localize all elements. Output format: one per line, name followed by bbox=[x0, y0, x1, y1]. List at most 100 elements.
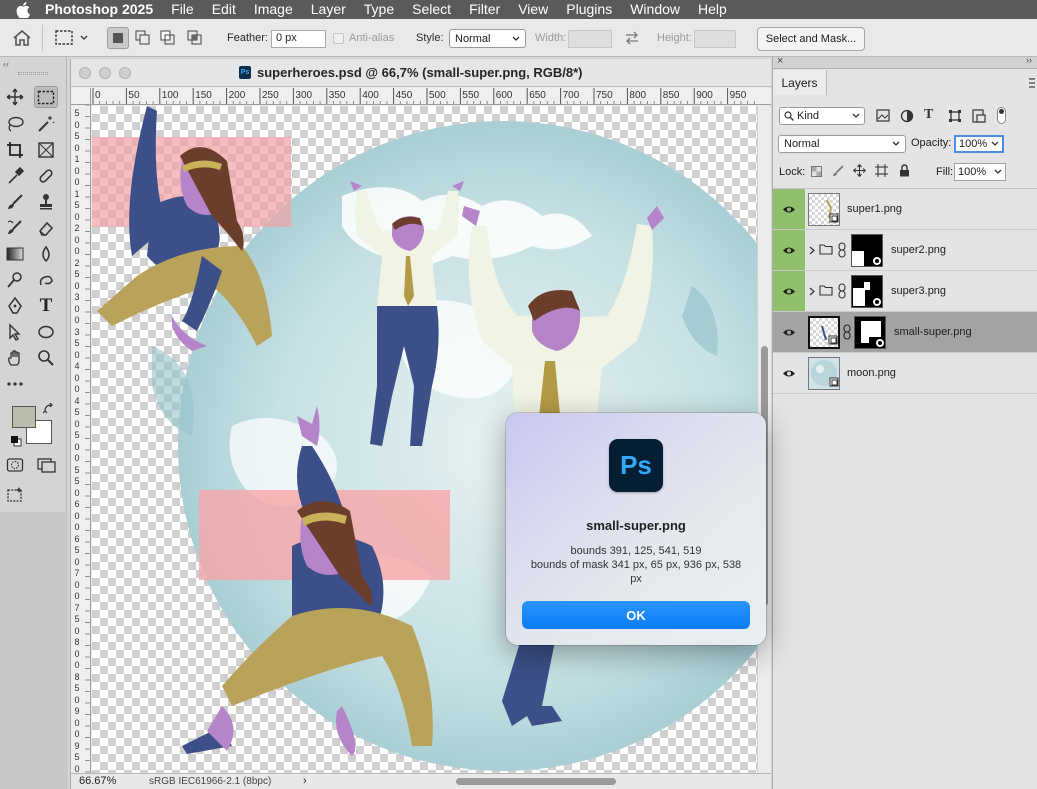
link-icon[interactable] bbox=[838, 242, 846, 261]
zoom-level[interactable]: 66.67% bbox=[79, 775, 116, 787]
crop-icon[interactable] bbox=[3, 139, 27, 161]
collapse-icon[interactable]: ‹‹ bbox=[3, 59, 9, 69]
magic-wand-icon[interactable] bbox=[34, 113, 58, 135]
filter-toggle[interactable] bbox=[997, 107, 1006, 124]
ruler-origin[interactable] bbox=[71, 88, 91, 105]
zoom-window-button[interactable] bbox=[119, 67, 131, 79]
tab-layers[interactable]: Layers bbox=[773, 70, 827, 95]
more-tools-icon[interactable] bbox=[3, 373, 27, 395]
lock-position-icon[interactable] bbox=[853, 164, 866, 180]
filter-smart-object-icon[interactable] bbox=[972, 109, 986, 126]
horizontal-ruler[interactable]: 0 50 100 150 200 250 300 350 400 450 500 550 600 650 7… bbox=[91, 88, 771, 105]
foreground-color-swatch[interactable] bbox=[12, 406, 36, 428]
type-tool-icon[interactable]: T bbox=[34, 295, 58, 317]
apple-icon[interactable] bbox=[15, 1, 31, 18]
blend-mode-select[interactable]: Normal bbox=[778, 135, 906, 153]
smudge-icon[interactable] bbox=[34, 269, 58, 291]
filter-pixel-icon[interactable] bbox=[876, 109, 890, 125]
height-input[interactable] bbox=[694, 30, 736, 48]
new-selection-icon[interactable] bbox=[107, 27, 129, 49]
width-input[interactable] bbox=[568, 30, 612, 48]
path-selection-icon[interactable] bbox=[3, 321, 27, 343]
fill-input[interactable]: 100% bbox=[954, 163, 1006, 181]
vertical-ruler[interactable]: 5050100150200250300350400450500550600650… bbox=[71, 105, 91, 773]
link-icon[interactable] bbox=[838, 283, 846, 302]
tools-grip[interactable] bbox=[18, 72, 48, 75]
horizontal-scroll-thumb[interactable] bbox=[456, 778, 616, 785]
add-selection-icon[interactable] bbox=[132, 27, 154, 49]
layer-name[interactable]: small-super.png bbox=[894, 326, 972, 338]
panel-menu-icon[interactable] bbox=[1029, 77, 1035, 91]
collapse-panel-icon[interactable]: ›› bbox=[1026, 55, 1032, 65]
frame-icon[interactable] bbox=[34, 139, 58, 161]
layer-name[interactable]: super2.png bbox=[891, 244, 946, 256]
select-and-mask-button[interactable]: Select and Mask... bbox=[757, 27, 865, 51]
opacity-input[interactable]: 100% bbox=[954, 135, 1004, 153]
zoom-icon[interactable] bbox=[34, 347, 58, 369]
menu-file[interactable]: File bbox=[162, 0, 203, 19]
layer-row[interactable]: super3.png bbox=[773, 271, 1037, 312]
lock-all-icon[interactable] bbox=[899, 164, 910, 180]
layer-name[interactable]: super1.png bbox=[847, 203, 902, 215]
close-panel-icon[interactable]: × bbox=[777, 55, 783, 67]
close-window-button[interactable] bbox=[79, 67, 91, 79]
swap-colors-icon[interactable] bbox=[42, 402, 55, 418]
chevron-down-icon[interactable] bbox=[994, 169, 1002, 175]
menu-select[interactable]: Select bbox=[403, 0, 460, 19]
hand-icon[interactable] bbox=[3, 347, 27, 369]
swap-dimensions-icon[interactable] bbox=[624, 31, 640, 48]
intersect-selection-icon[interactable] bbox=[184, 27, 206, 49]
menu-type[interactable]: Type bbox=[355, 0, 403, 19]
minimize-window-button[interactable] bbox=[99, 67, 111, 79]
default-colors-icon[interactable] bbox=[10, 435, 22, 450]
visibility-toggle[interactable] bbox=[773, 271, 805, 311]
menu-plugins[interactable]: Plugins bbox=[557, 0, 621, 19]
layer-name[interactable]: super3.png bbox=[891, 285, 946, 297]
visibility-toggle[interactable] bbox=[773, 312, 805, 352]
screen-mode-icon[interactable] bbox=[34, 454, 58, 476]
menu-layer[interactable]: Layer bbox=[302, 0, 355, 19]
visibility-toggle[interactable] bbox=[773, 230, 805, 270]
healing-brush-icon[interactable] bbox=[34, 165, 58, 187]
menu-image[interactable]: Image bbox=[245, 0, 302, 19]
menu-view[interactable]: View bbox=[509, 0, 557, 19]
lasso-icon[interactable] bbox=[3, 113, 27, 135]
lock-pixels-icon[interactable] bbox=[832, 165, 844, 180]
clone-stamp-icon[interactable] bbox=[34, 191, 58, 213]
antialias-checkbox[interactable] bbox=[333, 33, 344, 44]
filter-type-icon[interactable]: T bbox=[924, 107, 933, 123]
visibility-toggle[interactable] bbox=[773, 353, 805, 393]
layer-row-selected[interactable]: small-super.png bbox=[773, 312, 1037, 353]
layer-row[interactable]: super2.png bbox=[773, 230, 1037, 271]
pen-icon[interactable] bbox=[3, 295, 27, 317]
lock-transparency-icon[interactable] bbox=[811, 166, 822, 180]
document-titlebar[interactable]: Ps superheroes.psd @ 66,7% (small-super.… bbox=[71, 59, 771, 87]
feather-input[interactable]: 0 px bbox=[271, 30, 326, 48]
expand-chevron-icon[interactable] bbox=[809, 244, 815, 258]
style-select[interactable]: Normal bbox=[449, 29, 526, 48]
ok-button[interactable]: OK bbox=[522, 601, 750, 629]
link-icon[interactable] bbox=[843, 324, 851, 343]
filter-shape-icon[interactable] bbox=[948, 109, 962, 126]
layer-name[interactable]: moon.png bbox=[847, 367, 896, 379]
expand-chevron-icon[interactable] bbox=[809, 285, 815, 299]
quick-mask-icon[interactable] bbox=[3, 454, 27, 476]
status-menu-chevron[interactable]: › bbox=[303, 775, 307, 787]
menu-filter[interactable]: Filter bbox=[460, 0, 509, 19]
chevron-down-icon[interactable] bbox=[991, 141, 999, 147]
blur-icon[interactable] bbox=[34, 243, 58, 265]
eyedropper-icon[interactable] bbox=[3, 165, 27, 187]
history-brush-icon[interactable] bbox=[3, 217, 27, 239]
menu-app-name[interactable]: Photoshop 2025 bbox=[45, 0, 162, 19]
filter-adjustment-icon[interactable] bbox=[900, 109, 914, 126]
dodge-icon[interactable] bbox=[3, 269, 27, 291]
menu-edit[interactable]: Edit bbox=[203, 0, 245, 19]
gradient-icon[interactable] bbox=[3, 243, 27, 265]
subtract-selection-icon[interactable] bbox=[157, 27, 179, 49]
home-icon[interactable] bbox=[12, 29, 32, 50]
menu-window[interactable]: Window bbox=[621, 0, 689, 19]
visibility-toggle[interactable] bbox=[773, 189, 805, 229]
menu-help[interactable]: Help bbox=[689, 0, 736, 19]
filter-kind-select[interactable]: Kind bbox=[779, 107, 865, 125]
brush-icon[interactable] bbox=[3, 191, 27, 213]
